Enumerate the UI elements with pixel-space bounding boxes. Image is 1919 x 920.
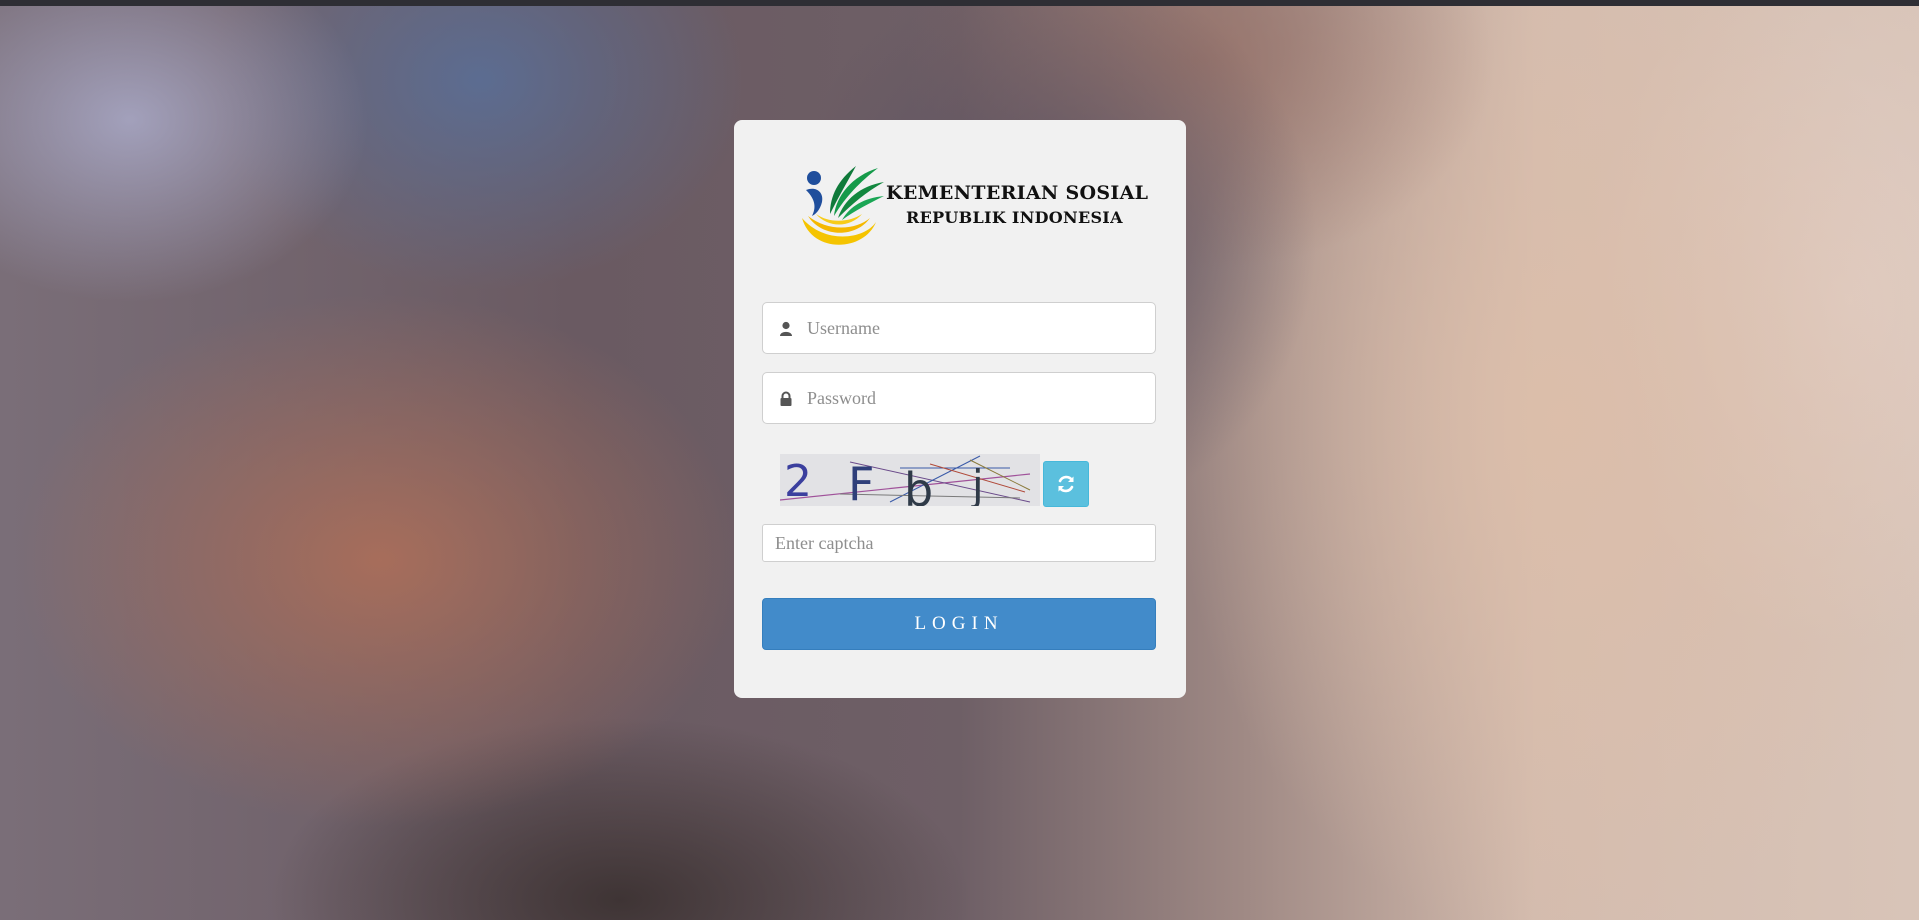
password-field[interactable] [762, 372, 1156, 424]
user-icon [779, 321, 793, 337]
captcha-char-1: 2 [784, 456, 812, 506]
refresh-captcha-button[interactable] [1043, 461, 1089, 507]
password-input[interactable] [807, 373, 1147, 423]
captcha-char-4: j [971, 461, 984, 506]
captcha-input[interactable] [775, 525, 1145, 561]
captcha-char-2: F [848, 457, 874, 506]
captcha-image: 2 F b j [779, 454, 1040, 517]
kemensos-emblem-icon [802, 166, 884, 245]
login-card: KEMENTERIAN SOSIAL REPUBLIK INDONESIA Us… [734, 120, 1186, 698]
refresh-icon [1058, 475, 1074, 493]
login-button[interactable]: LOGIN [762, 598, 1156, 650]
logo-subtitle: REPUBLIK INDONESIA [906, 208, 1123, 227]
logo-title: KEMENTERIAN SOSIAL [886, 182, 1149, 204]
captcha-char-3: b [904, 463, 933, 506]
username-input[interactable] [807, 303, 1147, 353]
top-bar [0, 0, 1919, 6]
kemensos-logo: KEMENTERIAN SOSIAL REPUBLIK INDONESIA [794, 156, 1148, 256]
lock-icon [779, 391, 793, 407]
username-field[interactable] [762, 302, 1156, 354]
captcha-field[interactable] [762, 524, 1156, 562]
